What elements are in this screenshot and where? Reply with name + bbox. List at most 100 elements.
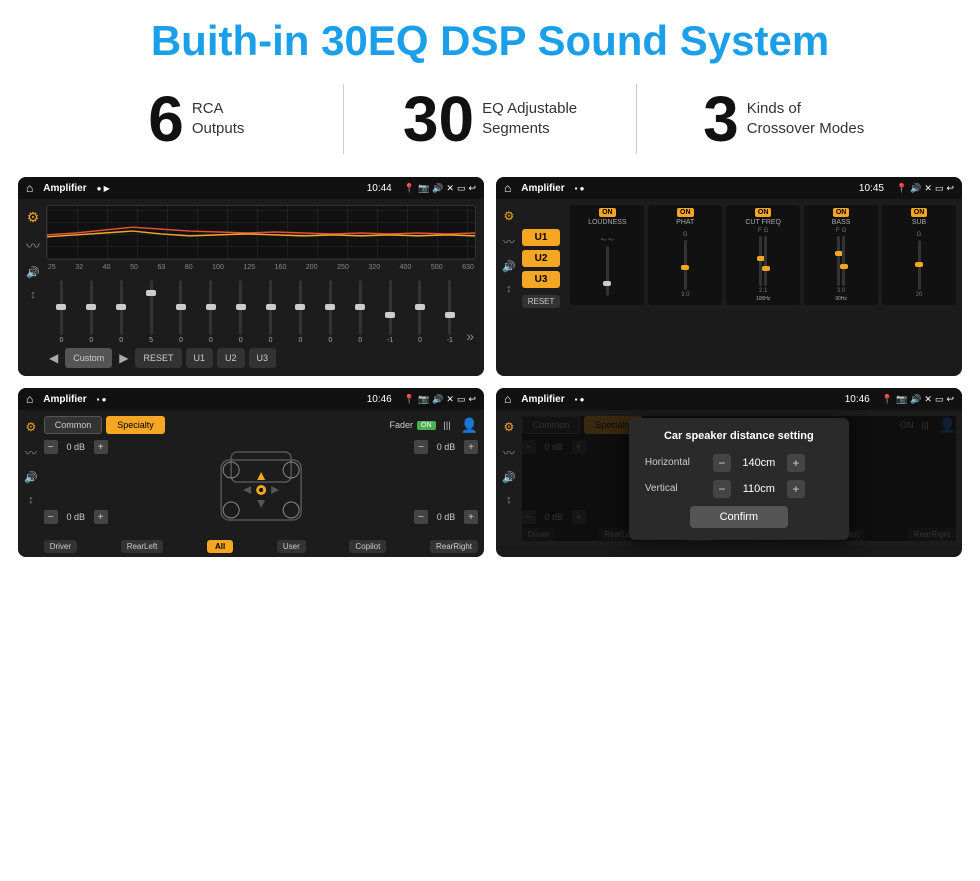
- eq-slider-track-1[interactable]: [90, 280, 93, 335]
- fader-driver-btn[interactable]: Driver: [44, 540, 77, 553]
- xo-u3-btn[interactable]: U3: [522, 271, 561, 288]
- fader-rearleft-btn[interactable]: RearLeft: [121, 540, 164, 553]
- xo-ch-bass-on[interactable]: ON: [833, 208, 850, 217]
- eq-reset-btn[interactable]: RESET: [135, 348, 181, 368]
- eq-slider-track-9[interactable]: [329, 280, 332, 335]
- xo-slider-cutfreq-1[interactable]: [759, 236, 762, 286]
- eq-next-btn[interactable]: ▶: [116, 348, 131, 368]
- fader-wave-icon[interactable]: 〰: [25, 444, 37, 461]
- eq-slider-track-13[interactable]: [448, 280, 451, 335]
- xo-slider-cutfreq-thumb-2[interactable]: [762, 266, 770, 271]
- xo-slider-bass-1[interactable]: [837, 236, 840, 286]
- xo-home-icon[interactable]: ⌂: [504, 181, 511, 195]
- eq-slider-track-7[interactable]: [269, 280, 272, 335]
- fader-right-bottom-minus[interactable]: −: [414, 510, 428, 524]
- fader-tab-specialty[interactable]: Specialty: [106, 416, 165, 434]
- xo-slider-sub-thumb[interactable]: [915, 262, 923, 267]
- eq-u3-btn[interactable]: U3: [249, 348, 277, 368]
- dist-filter-icon[interactable]: ⚙: [503, 420, 514, 434]
- xo-slider-phat-thumb[interactable]: [681, 265, 689, 270]
- xo-ch-cutfreq-on[interactable]: ON: [755, 208, 772, 217]
- eq-slider-thumb-1[interactable]: [86, 304, 96, 310]
- xo-wave-icon[interactable]: 〰: [503, 233, 515, 250]
- eq-slider-thumb-8[interactable]: [295, 304, 305, 310]
- dist-vertical-minus[interactable]: −: [713, 480, 731, 498]
- fader-left-bottom-plus[interactable]: +: [94, 510, 108, 524]
- eq-slider-thumb-7[interactable]: [266, 304, 276, 310]
- eq-slider-thumb-11[interactable]: [385, 312, 395, 318]
- xo-slider-phat[interactable]: [684, 240, 687, 290]
- xo-slider-loudness[interactable]: [606, 246, 609, 296]
- eq-slider-thumb-13[interactable]: [445, 312, 455, 318]
- xo-u2-btn[interactable]: U2: [522, 250, 561, 267]
- fader-person-icon[interactable]: 👤: [461, 417, 478, 434]
- fader-arrows-icon[interactable]: ↕: [28, 494, 34, 506]
- eq-slider-track-4[interactable]: [179, 280, 182, 335]
- eq-custom-btn[interactable]: Custom: [65, 348, 112, 368]
- xo-slider-loudness-thumb[interactable]: [603, 281, 611, 286]
- dist-confirm-button[interactable]: Confirm: [690, 506, 789, 528]
- eq-u1-btn[interactable]: U1: [186, 348, 214, 368]
- xo-ch-phat-on[interactable]: ON: [677, 208, 694, 217]
- eq-slider-track-11[interactable]: [389, 280, 392, 335]
- fader-filter-icon[interactable]: ⚙: [25, 420, 36, 434]
- eq-slider-track-6[interactable]: [239, 280, 242, 335]
- eq-slider-track-8[interactable]: [299, 280, 302, 335]
- dist-home-icon[interactable]: ⌂: [504, 392, 511, 406]
- fader-right-top-minus[interactable]: −: [414, 440, 428, 454]
- fader-right-top-plus[interactable]: +: [464, 440, 478, 454]
- eq-arrows-icon[interactable]: ↕: [30, 289, 36, 301]
- xo-u1-btn[interactable]: U1: [522, 229, 561, 246]
- eq-home-icon[interactable]: ⌂: [26, 181, 33, 195]
- dist-vertical-plus[interactable]: +: [787, 480, 805, 498]
- xo-ch-loudness-on[interactable]: ON: [599, 208, 616, 217]
- xo-arrows-icon[interactable]: ↕: [506, 283, 512, 295]
- fader-tab-common[interactable]: Common: [44, 416, 103, 434]
- fader-all-btn[interactable]: All: [207, 540, 233, 553]
- dist-horizontal-minus[interactable]: −: [713, 454, 731, 472]
- fader-vol-ctrl-icon[interactable]: 🔊: [24, 471, 38, 484]
- dist-wave-icon[interactable]: 〰: [503, 444, 515, 461]
- fader-left-bottom-minus[interactable]: −: [44, 510, 58, 524]
- eq-slider-thumb-4[interactable]: [176, 304, 186, 310]
- xo-slider-sub[interactable]: [918, 240, 921, 290]
- eq-slider-thumb-12[interactable]: [415, 304, 425, 310]
- eq-slider-track-0[interactable]: [60, 280, 63, 335]
- eq-slider-track-12[interactable]: [418, 280, 421, 335]
- eq-vol-ctrl-icon[interactable]: 🔊: [26, 266, 40, 279]
- eq-prev-btn[interactable]: ◀: [46, 348, 61, 368]
- eq-slider-track-10[interactable]: [359, 280, 362, 335]
- xo-filter-icon[interactable]: ⚙: [503, 209, 514, 223]
- xo-slider-cutfreq-2[interactable]: [764, 236, 767, 286]
- eq-slider-track-2[interactable]: [120, 280, 123, 335]
- xo-slider-bass-thumb-2[interactable]: [840, 264, 848, 269]
- fader-rearright-btn[interactable]: RearRight: [430, 540, 478, 553]
- eq-wave-icon[interactable]: 〰: [26, 236, 40, 256]
- eq-slider-thumb-9[interactable]: [325, 304, 335, 310]
- eq-u2-btn[interactable]: U2: [217, 348, 245, 368]
- eq-expand-icon[interactable]: »: [466, 328, 474, 344]
- dist-arrows-icon[interactable]: ↕: [506, 494, 512, 506]
- dist-vol-ctrl-icon[interactable]: 🔊: [502, 471, 516, 484]
- eq-slider-thumb-6[interactable]: [236, 304, 246, 310]
- fader-home-icon[interactable]: ⌂: [26, 392, 33, 406]
- xo-reset-btn[interactable]: RESET: [522, 295, 561, 308]
- eq-slider-track-3[interactable]: [150, 280, 153, 335]
- eq-slider-thumb-5[interactable]: [206, 304, 216, 310]
- fader-left-top-plus[interactable]: +: [94, 440, 108, 454]
- fader-user-btn[interactable]: User: [277, 540, 306, 553]
- eq-slider-thumb-10[interactable]: [355, 304, 365, 310]
- eq-slider-thumb-0[interactable]: [56, 304, 66, 310]
- fader-left-top-minus[interactable]: −: [44, 440, 58, 454]
- xo-vol-ctrl-icon[interactable]: 🔊: [502, 260, 516, 273]
- eq-slider-thumb-2[interactable]: [116, 304, 126, 310]
- eq-filter-icon[interactable]: ⚙: [27, 209, 40, 226]
- dist-horizontal-plus[interactable]: +: [787, 454, 805, 472]
- xo-slider-bass-2[interactable]: [842, 236, 845, 286]
- xo-back-icon: ↩: [946, 183, 954, 194]
- xo-ch-sub-on[interactable]: ON: [911, 208, 928, 217]
- fader-right-bottom-plus[interactable]: +: [464, 510, 478, 524]
- eq-slider-thumb-3[interactable]: [146, 290, 156, 296]
- eq-slider-track-5[interactable]: [209, 280, 212, 335]
- fader-copilot-btn[interactable]: Copilot: [349, 540, 386, 553]
